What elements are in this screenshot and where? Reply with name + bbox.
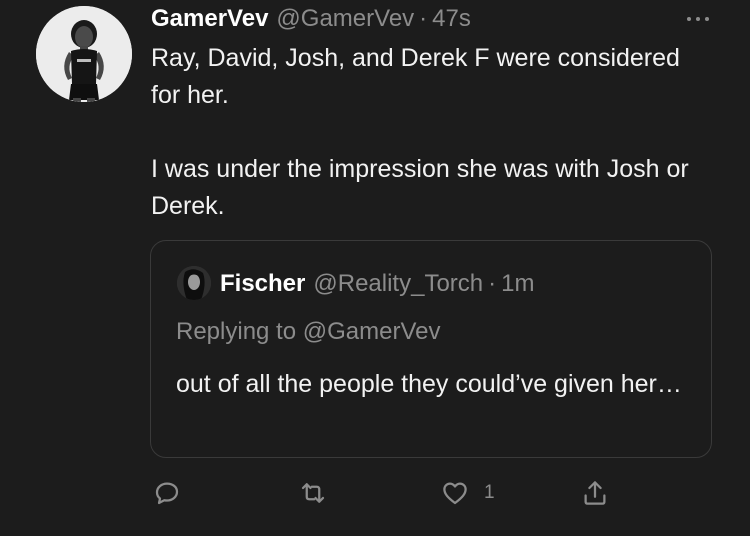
like-count: 1	[484, 482, 495, 503]
more-options-button[interactable]	[680, 10, 716, 28]
quoted-handle[interactable]: @Reality_Torch	[313, 269, 483, 299]
quoted-timestamp[interactable]: 1m	[501, 269, 534, 299]
tweet-actions: 1	[150, 476, 630, 510]
share-icon	[584, 481, 606, 505]
quoted-display-name[interactable]: Fischer	[220, 269, 305, 299]
heart-icon	[443, 482, 467, 505]
header-separator: ·	[419, 5, 428, 32]
more-horizontal-icon	[687, 17, 709, 21]
tweet-timestamp[interactable]: 47s	[432, 4, 471, 34]
quoted-header: Fischer @Reality_Torch · 1m	[220, 269, 534, 299]
avatar[interactable]	[36, 6, 132, 102]
tweet-paragraph: Ray, David, Josh, and Derek F were consi…	[151, 44, 680, 109]
quoted-tweet[interactable]: Fischer @Reality_Torch · 1m Replying to …	[150, 240, 712, 458]
author-display-name[interactable]: GamerVev	[151, 4, 268, 34]
quoted-avatar-photo	[177, 266, 211, 300]
tweet-paragraph: I was under the impression she was with …	[151, 155, 689, 220]
quoted-avatar[interactable]	[177, 266, 211, 300]
retweet-button[interactable]	[298, 476, 328, 510]
replying-to[interactable]: Replying to @GamerVev	[176, 317, 440, 347]
tweet-text: Ray, David, Josh, and Derek F were consi…	[151, 40, 711, 225]
quoted-text: out of all the people they could’ve give…	[176, 370, 682, 398]
tweet[interactable]: GamerVev @GamerVev · 47s Ray, David, Jos…	[0, 0, 750, 536]
reply-icon	[155, 482, 179, 505]
quoted-header-separator: ·	[488, 270, 497, 297]
avatar-photo	[36, 6, 132, 102]
retweet-icon	[301, 483, 325, 503]
like-button[interactable]: 1	[440, 476, 495, 510]
share-button[interactable]	[580, 476, 610, 510]
author-handle[interactable]: @GamerVev	[276, 4, 414, 34]
tweet-header: GamerVev @GamerVev · 47s	[151, 4, 471, 34]
reply-button[interactable]	[152, 476, 182, 510]
